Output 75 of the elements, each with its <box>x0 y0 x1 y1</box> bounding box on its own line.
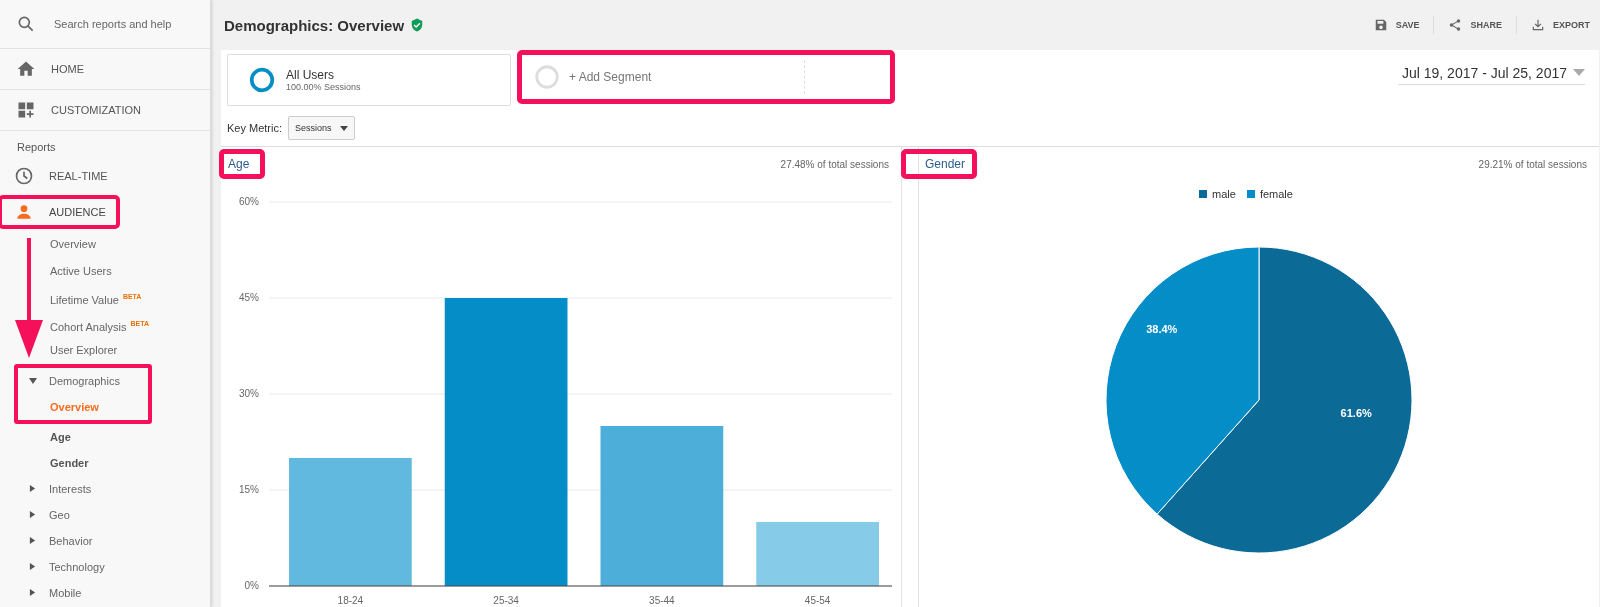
share-icon <box>1448 18 1463 32</box>
collapsed-triangle-icon <box>29 485 37 492</box>
share-action[interactable]: SHARE <box>1448 18 1502 32</box>
axis-tick-label: 60% <box>239 196 259 207</box>
slice-label: 38.4% <box>1146 322 1178 335</box>
category-label: 45-54 <box>804 595 831 606</box>
collapsed-triangle-icon <box>29 563 37 570</box>
nav-group[interactable]: Mobile <box>0 579 210 606</box>
add-segment-slot[interactable]: + Add Segment <box>519 52 893 102</box>
caret-icon <box>1573 69 1585 77</box>
axis-tick-label: 45% <box>239 292 259 303</box>
panel-title-link[interactable]: Gender <box>903 151 976 177</box>
caret-icon <box>339 125 348 131</box>
segment-card[interactable]: All Users 100.00% Sessions <box>227 54 511 106</box>
nav-link[interactable]: Active Users <box>0 257 210 284</box>
axis-tick-label: 15% <box>239 484 259 495</box>
grid-plus-icon <box>16 100 36 120</box>
axis-tick-label: 0% <box>244 580 259 591</box>
nav-group-label: Behavior <box>49 534 93 547</box>
export-action[interactable]: EXPORT <box>1531 18 1590 32</box>
panel-title-link[interactable]: Age <box>221 151 264 177</box>
add-segment-label: + Add Segment <box>569 70 652 84</box>
nav-group-label: Technology <box>49 560 105 573</box>
nav-group[interactable]: Geo <box>0 501 210 528</box>
section-label: Reports <box>16 140 57 155</box>
home-icon <box>16 59 36 79</box>
date-range-picker[interactable]: Jul 19, 2017 - Jul 25, 2017 <box>1398 57 1585 85</box>
nav-group[interactable]: Behavior <box>0 527 210 554</box>
legend-label: female <box>1259 188 1293 200</box>
search-icon <box>16 14 36 34</box>
segment-detail: 100.00% Sessions <box>286 82 361 92</box>
nav-group-label: Mobile <box>49 586 82 599</box>
key-metric-label: Key Metric: <box>227 122 282 134</box>
nav-item-label: CUSTOMIZATION <box>51 104 142 116</box>
ring-icon <box>248 66 276 94</box>
total-share: 27.48% of total sessions <box>780 158 889 170</box>
legend-swatch <box>1199 190 1208 198</box>
nav-item-label: AUDIENCE <box>49 206 106 218</box>
nav-item-label: HOME <box>51 63 84 75</box>
axis-tick-label: 30% <box>239 388 259 399</box>
category-label: 25-34 <box>493 595 519 606</box>
nav-group-label: Interests <box>49 482 92 495</box>
search-field[interactable]: Search reports and help <box>52 17 196 31</box>
legend-swatch <box>1246 190 1255 198</box>
total-share: 29.21% of total sessions <box>1478 158 1587 170</box>
nav-group-label: Geo <box>49 508 70 521</box>
slice-label: 61.6% <box>1340 407 1372 420</box>
nav-item[interactable]: REAL-TIME <box>0 161 210 191</box>
nav-item[interactable]: CUSTOMIZATION <box>0 90 210 131</box>
legend-label: male <box>1212 188 1236 200</box>
nav-group[interactable]: Demographics <box>18 367 148 394</box>
nav-link[interactable]: Age <box>0 423 210 450</box>
nav-link[interactable]: Overview <box>0 231 210 258</box>
nav-link[interactable]: Gender <box>0 449 210 476</box>
key-metric-dropdown[interactable]: Sessions <box>288 116 355 140</box>
expanded-triangle-icon <box>29 376 37 385</box>
ring-icon <box>533 63 561 91</box>
collapsed-triangle-icon <box>29 511 37 518</box>
nav-group[interactable]: Technology <box>0 553 210 580</box>
category-label: 18-24 <box>337 595 364 606</box>
download-icon <box>1531 18 1545 32</box>
nav-link[interactable]: User Explorer <box>0 337 210 364</box>
collapsed-triangle-icon <box>29 589 37 596</box>
nav-group-label: Demographics <box>49 374 120 387</box>
nav-item-label: REAL-TIME <box>49 170 108 182</box>
nav-item[interactable]: HOME <box>0 49 210 90</box>
nav-group[interactable]: Interests <box>0 475 210 502</box>
nav-link[interactable]: Cohort Analysis $^{BETA}$ <box>0 310 210 337</box>
segment-name: All Users <box>286 68 335 82</box>
page-title: Demographics: Overview <box>224 16 405 34</box>
nav-item[interactable]: AUDIENCE <box>0 197 118 227</box>
save-action[interactable]: SAVE <box>1373 18 1420 32</box>
category-label: 35-44 <box>649 595 675 606</box>
collapsed-triangle-icon <box>29 537 37 544</box>
nav-link[interactable]: Lifetime Value $^{BETA}$ <box>0 284 210 311</box>
